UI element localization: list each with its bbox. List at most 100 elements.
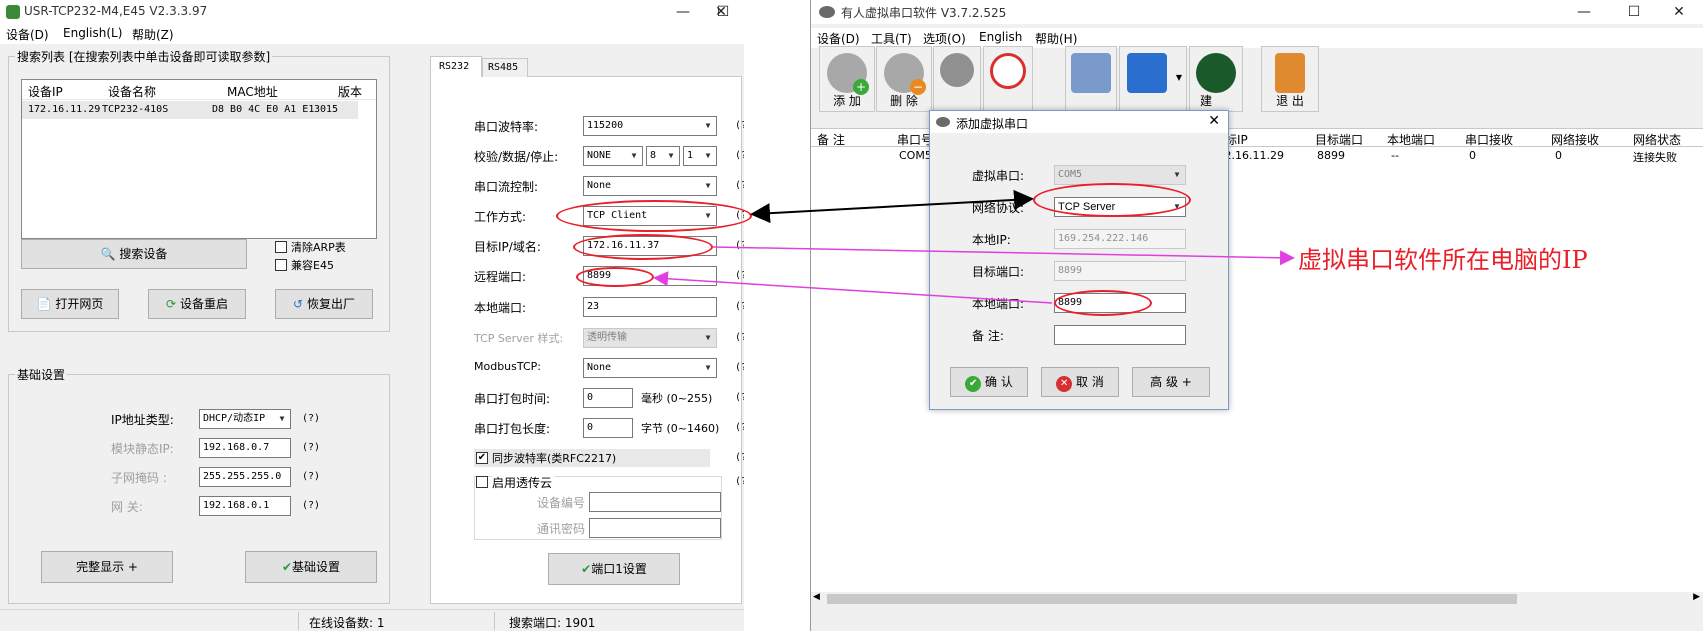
parity-select[interactable]: NONE ▼ [583, 146, 643, 166]
col-com[interactable]: 串口号 [897, 131, 933, 148]
row-local-port: -- [1391, 149, 1399, 162]
help-local-port[interactable]: (?) [735, 301, 744, 312]
monitor-icon [1127, 53, 1167, 93]
help-static-ip[interactable]: (?) [302, 442, 320, 453]
help-flow[interactable]: (?) [735, 180, 744, 191]
minimize-icon[interactable]: — [1561, 2, 1607, 22]
comm-pwd-input[interactable] [589, 518, 721, 538]
col-target-port[interactable]: 目标端口 [1315, 131, 1363, 148]
radar-tool-button[interactable]: 建 [1189, 46, 1243, 112]
row-name: TCP232-410S [102, 104, 169, 115]
delete-tool-button[interactable]: − 删 除 [876, 46, 932, 112]
menu-english[interactable]: English [979, 30, 1022, 44]
menu-english[interactable]: English(L) [63, 26, 122, 40]
confirm-button[interactable]: ✔ 确 认 [950, 367, 1028, 397]
col-serial-rx[interactable]: 串口接收 [1465, 131, 1513, 148]
chevron-down-icon: ▼ [668, 151, 674, 160]
annotation-label: 虚拟串口软件所在电脑的IP [1298, 246, 1588, 274]
tab-rs485[interactable]: RS485 [482, 58, 528, 77]
help-gateway[interactable]: (?) [302, 500, 320, 511]
basic-settings-title: 基础设置 [15, 366, 68, 383]
help-ip-type[interactable]: (?) [302, 413, 320, 424]
ip-type-value: DHCP/动态IP [203, 413, 266, 424]
help-mask[interactable]: (?) [302, 471, 320, 482]
col-net-state[interactable]: 网络状态 [1633, 131, 1681, 148]
add-tool-button[interactable]: + 添 加 [819, 46, 875, 112]
databits-select[interactable]: 8 ▼ [646, 146, 680, 166]
help-remote-port[interactable]: (?) [735, 270, 744, 281]
status-search-port: 搜索端口: 1901 [509, 616, 596, 630]
dialog-note-input[interactable] [1054, 325, 1186, 345]
scroll-right-icon[interactable]: ▶ [1693, 592, 1700, 602]
sync-baud-checkbox[interactable]: ✔ [476, 452, 488, 464]
search-device-button[interactable]: 🔍 搜索设备 [21, 239, 247, 269]
help-server-mode[interactable]: (?) [735, 332, 744, 343]
cloud-checkbox[interactable] [476, 476, 488, 488]
tab-rs232-label: RS232 [439, 61, 470, 72]
col-note[interactable]: 备 注 [817, 131, 845, 148]
device-list[interactable]: 设备IP 设备名称 MAC地址 版本 172.16.11.29 TCP232-4… [21, 79, 377, 239]
scroll-thumb[interactable] [827, 594, 1517, 604]
port1-settings-button[interactable]: ✔端口1设置 [548, 553, 680, 585]
help-cloud[interactable]: (?) [735, 476, 744, 487]
exit-tool-button[interactable]: 退 出 [1261, 46, 1319, 112]
cancel-button[interactable]: ✕ 取 消 [1041, 367, 1119, 397]
open-web-button[interactable]: 📄 打开网页 [21, 289, 119, 319]
status-divider [298, 612, 299, 630]
modbus-select[interactable]: None ▼ [583, 358, 717, 378]
menu-tools[interactable]: 工具(T) [871, 30, 912, 47]
basic-settings-button[interactable]: ✔基础设置 [245, 551, 377, 583]
row-version: 3015 [314, 104, 339, 115]
menu-options[interactable]: 选项(O) [923, 30, 966, 47]
device-no-input[interactable] [589, 492, 721, 512]
menu-help[interactable]: 帮助(Z) [132, 26, 174, 43]
help-modbus[interactable]: (?) [735, 362, 744, 373]
help-sync-baud[interactable]: (?) [735, 452, 744, 463]
baud-select[interactable]: 115200 ▼ [583, 116, 717, 136]
ip-type-label: IP地址类型: [111, 413, 174, 427]
menu-help[interactable]: 帮助(H) [1035, 30, 1077, 47]
col-mac[interactable]: MAC地址 [227, 83, 278, 100]
subnet-mask-input[interactable]: 255.255.255.0 [199, 467, 291, 487]
clear-arp-checkbox[interactable] [275, 241, 287, 253]
scroll-left-icon[interactable]: ◀ [813, 592, 820, 602]
advanced-button[interactable]: 高 级 + [1132, 367, 1210, 397]
close-icon[interactable]: ✕ [698, 2, 744, 22]
tab-rs232[interactable]: RS232 [430, 56, 482, 77]
horizontal-scrollbar[interactable]: ◀ ▶ [811, 592, 1703, 606]
menu-device[interactable]: 设备(D) [817, 30, 860, 47]
compat-e45-checkbox[interactable] [275, 259, 287, 271]
help-baud[interactable]: (?) [735, 120, 744, 131]
monitor-tool-button[interactable]: ▼ [1119, 46, 1187, 112]
close-icon[interactable]: ✕ [1656, 2, 1702, 22]
connect-tool-button[interactable] [933, 46, 981, 112]
server-mode-select: 透明传输 ▼ [583, 328, 717, 348]
pack-time-input[interactable]: 0 [583, 388, 633, 408]
table-row[interactable]: 172.16.11.29 TCP232-410S D8 B0 4C E0 A1 … [22, 101, 358, 119]
full-display-button[interactable]: 完整显示 + [41, 551, 173, 583]
col-net-rx[interactable]: 网络接收 [1551, 131, 1599, 148]
help-parity[interactable]: (?) [735, 150, 744, 161]
flow-select[interactable]: None ▼ [583, 176, 717, 196]
timer-tool-button[interactable] [983, 46, 1033, 112]
network-tool-button[interactable] [1065, 46, 1117, 112]
col-device-name[interactable]: 设备名称 [108, 83, 156, 100]
gateway-input[interactable]: 192.168.0.1 [199, 496, 291, 516]
col-local-port[interactable]: 本地端口 [1387, 131, 1435, 148]
help-pack-time[interactable]: (?) [735, 392, 744, 403]
col-version[interactable]: 版本 [338, 83, 362, 100]
local-port-input[interactable]: 23 [583, 297, 717, 317]
help-pack-len[interactable]: (?) [735, 422, 744, 433]
menu-device[interactable]: 设备(D) [6, 26, 49, 43]
factory-reset-button[interactable]: ↺ 恢复出厂 [275, 289, 373, 319]
restart-button[interactable]: ⟳ 设备重启 [148, 289, 246, 319]
pack-len-input[interactable]: 0 [583, 418, 633, 438]
maximize-icon[interactable]: ☐ [1611, 2, 1657, 22]
delete-tool-label: 删 除 [890, 94, 918, 108]
col-device-ip[interactable]: 设备IP [28, 83, 63, 100]
ip-type-select[interactable]: DHCP/动态IP ▼ [199, 409, 291, 429]
close-icon[interactable]: ✕ [1208, 113, 1220, 129]
stopbits-select[interactable]: 1 ▼ [683, 146, 717, 166]
help-target[interactable]: (?) [735, 240, 744, 251]
static-ip-input[interactable]: 192.168.0.7 [199, 438, 291, 458]
